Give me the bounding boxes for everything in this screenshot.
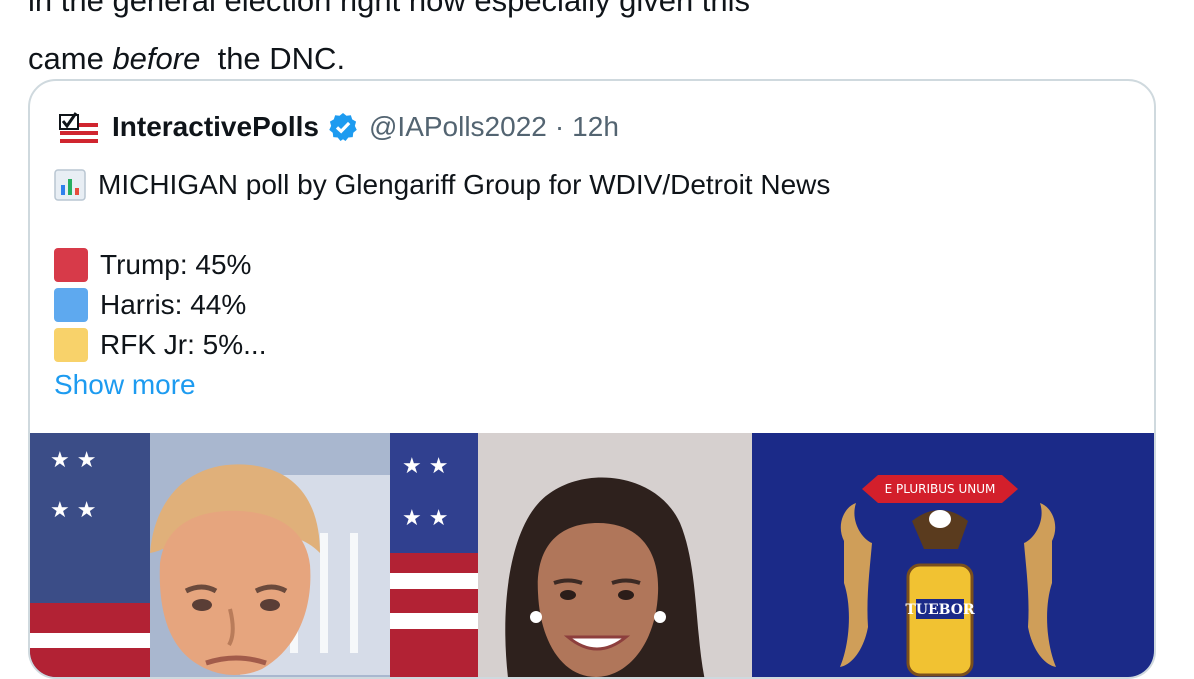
red-square-icon — [54, 248, 88, 282]
headline-row: MICHIGAN poll by Glengariff Group for WD… — [54, 165, 830, 205]
post-text-line-1: in the general election right now especi… — [28, 0, 751, 18]
account-handle[interactable]: @IAPolls2022 — [369, 111, 547, 143]
blue-square-icon — [54, 288, 88, 322]
svg-text:★ ★: ★ ★ — [402, 454, 448, 479]
quoted-post-body: MICHIGAN poll by Glengariff Group for WD… — [54, 165, 830, 405]
post-time[interactable]: 12h — [572, 111, 619, 143]
post-text-segment: came — [28, 41, 104, 76]
show-more-link[interactable]: Show more — [54, 365, 830, 405]
poll-result-label: Harris: 44% — [100, 289, 247, 320]
bar-chart-icon — [54, 169, 86, 201]
avatar[interactable] — [54, 103, 102, 151]
harris-photo-art: ★ ★ ★ ★ — [390, 433, 752, 677]
harris-photo[interactable]: ★ ★ ★ ★ — [390, 433, 752, 677]
post-text: in the general election right now especi… — [28, 0, 750, 88]
poll-result-label: Trump: 45% — [100, 249, 252, 280]
poll-result-row: Trump: 45% — [54, 245, 830, 285]
post-text-segment: the DNC. — [217, 41, 346, 76]
flag-shield-text: TUEBOR — [905, 602, 975, 618]
michigan-flag-art: E PLURIBUS UNUM TUEBOR — [752, 433, 1154, 677]
media-grid[interactable]: ★ ★ ★ ★ ★ ★ ★ ★ E PLURIBUS UNUM TUEBOR — [30, 433, 1154, 677]
flag-banner-text: E PLURIBUS UNUM — [885, 482, 996, 496]
svg-text:★ ★: ★ ★ — [402, 506, 448, 531]
quoted-post-header: InteractivePolls @IAPolls2022 · 12h — [54, 107, 619, 147]
poll-headline: MICHIGAN poll by Glengariff Group for WD… — [98, 169, 831, 200]
poll-result-label: RFK Jr: 5%... — [100, 329, 267, 360]
poll-result-row: Harris: 44% — [54, 285, 830, 325]
svg-text:★ ★: ★ ★ — [50, 498, 96, 523]
yellow-square-icon — [54, 328, 88, 362]
trump-photo-art: ★ ★ ★ ★ — [30, 433, 390, 677]
account-name[interactable]: InteractivePolls — [112, 111, 319, 143]
trump-photo[interactable]: ★ ★ ★ ★ — [30, 433, 390, 677]
post-text-emphasis: before — [112, 41, 201, 76]
svg-text:★ ★: ★ ★ — [50, 448, 96, 473]
verified-badge-icon — [329, 113, 357, 141]
separator: · — [554, 111, 565, 142]
quoted-post-card[interactable]: InteractivePolls @IAPolls2022 · 12h MICH… — [28, 79, 1156, 679]
poll-result-row: RFK Jr: 5%... — [54, 325, 830, 365]
michigan-flag-image[interactable]: E PLURIBUS UNUM TUEBOR — [752, 433, 1154, 677]
